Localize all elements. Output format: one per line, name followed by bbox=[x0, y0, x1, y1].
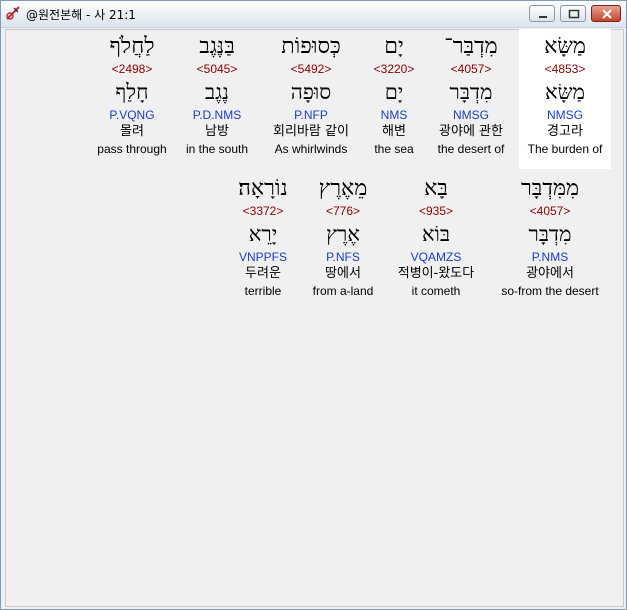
morphology-code: P.NMS bbox=[531, 250, 569, 264]
morphology-code: VNPPFS bbox=[238, 250, 287, 264]
maximize-button[interactable] bbox=[560, 5, 586, 22]
strong-number[interactable]: <776> bbox=[305, 203, 381, 219]
hebrew-lemma: מַשָּׂא bbox=[545, 80, 585, 104]
hebrew-text: יָם bbox=[384, 34, 404, 59]
korean-gloss: 남방 bbox=[205, 124, 229, 139]
morphology-code: NMSG bbox=[453, 108, 489, 122]
strong-number[interactable]: <4057> bbox=[426, 61, 516, 77]
app-icon bbox=[5, 5, 21, 21]
minimize-icon bbox=[539, 16, 547, 18]
strong-number[interactable]: <5045> bbox=[178, 61, 256, 77]
hebrew-lemma: סוּפָה bbox=[290, 80, 332, 104]
korean-gloss: 광야에 관한 bbox=[439, 124, 503, 139]
word-0-0[interactable]: מַשָּׂא <4853> מַשָּׂא NMSG 경고라 The burd… bbox=[519, 33, 611, 157]
hebrew-text: נוֹרָאָה׃ bbox=[238, 176, 288, 201]
morphology-code: NMS bbox=[380, 108, 408, 122]
hebrew-text: מִמִּדְבָּר bbox=[520, 176, 580, 201]
title-bar[interactable]: @원전본해 - 사 21:1 bbox=[1, 1, 626, 28]
korean-gloss: 회리바람 같이 bbox=[273, 124, 349, 139]
hebrew-lemma: מִדְבָּר bbox=[449, 80, 493, 104]
english-gloss: terrible bbox=[244, 284, 282, 298]
english-gloss: As whirlwinds bbox=[274, 142, 348, 156]
hebrew-lemma: בּוֹא bbox=[421, 222, 451, 246]
close-button[interactable] bbox=[591, 5, 621, 22]
english-gloss: the sea bbox=[374, 142, 414, 156]
hebrew-text: בַּנֶּגֶב bbox=[199, 34, 235, 59]
strong-number[interactable]: <3372> bbox=[227, 203, 299, 219]
hebrew-text: מִדְבַּר־ bbox=[444, 34, 498, 59]
korean-gloss: 경고라 bbox=[547, 124, 583, 139]
word-0-3[interactable]: כְּסוּפוֹת <5492> סוּפָה P.NFP 회리바람 같이 A… bbox=[259, 33, 363, 157]
maximize-icon bbox=[568, 9, 580, 19]
korean-gloss: 땅에서 bbox=[325, 266, 361, 281]
strong-number[interactable]: <2498> bbox=[89, 61, 175, 77]
hebrew-lemma: יָרֵא bbox=[248, 222, 278, 246]
hebrew-lemma: יָם bbox=[384, 80, 404, 104]
morphology-code: NMSG bbox=[547, 108, 583, 122]
morphology-code: P.NFS bbox=[326, 250, 360, 264]
app-window: @원전본해 - 사 21:1 מַשָּׂא <4853> מַשָּׂא NM… bbox=[0, 0, 627, 610]
word-1-3[interactable]: נוֹרָאָה׃ <3372> יָרֵא VNPPFS 두려운 terrib… bbox=[227, 175, 299, 299]
word-0-2[interactable]: יָם <3220> יָם NMS 해변 the sea bbox=[365, 33, 423, 157]
korean-gloss: 적병이-왔도다 bbox=[397, 266, 475, 281]
morphology-code: VQAMZS bbox=[410, 250, 462, 264]
english-gloss: the desert of bbox=[437, 142, 505, 156]
close-icon bbox=[602, 9, 612, 19]
english-gloss: The burden of bbox=[527, 142, 603, 156]
english-gloss: in the south bbox=[185, 142, 249, 156]
morphology-code: P.D.NMS bbox=[192, 108, 242, 122]
strong-number[interactable]: <4853> bbox=[519, 61, 611, 77]
hebrew-text: לַחֲלֹף bbox=[109, 34, 155, 59]
hebrew-text: מַשָּׂא bbox=[544, 34, 586, 59]
hebrew-text: בָּא bbox=[424, 176, 448, 201]
word-1-1[interactable]: בָּא <935> בּוֹא VQAMZS 적병이-왔도다 it comet… bbox=[385, 175, 487, 299]
word-1-2[interactable]: מֵאֶרֶץ <776> אֶרֶץ P.NFS 땅에서 from a-lan… bbox=[305, 175, 381, 299]
strong-number[interactable]: <3220> bbox=[365, 61, 423, 77]
korean-gloss: 해변 bbox=[382, 124, 406, 139]
strong-number[interactable]: <5492> bbox=[259, 61, 363, 77]
hebrew-lemma: מִדְבָּר bbox=[528, 222, 572, 246]
english-gloss: so-from the desert bbox=[501, 284, 599, 298]
hebrew-lemma: אֶרֶץ bbox=[326, 222, 360, 246]
korean-gloss: 몰려 bbox=[120, 124, 144, 139]
morphology-code: P.VQNG bbox=[109, 108, 155, 122]
strong-number[interactable]: <4057> bbox=[495, 203, 605, 219]
hebrew-text: כְּסוּפוֹת bbox=[281, 34, 341, 59]
word-0-1[interactable]: מִדְבַּר־ <4057> מִדְבָּר NMSG 광야에 관한 th… bbox=[426, 33, 516, 157]
minimize-button[interactable] bbox=[529, 5, 555, 22]
window-title: @원전본해 - 사 21:1 bbox=[26, 8, 136, 22]
english-gloss: it cometh bbox=[411, 284, 461, 298]
hebrew-text: מֵאֶרֶץ bbox=[318, 176, 368, 201]
english-gloss: pass through bbox=[97, 142, 167, 156]
strong-number[interactable]: <935> bbox=[385, 203, 487, 219]
hebrew-lemma: חָלַף bbox=[115, 80, 149, 104]
korean-gloss: 두려운 bbox=[245, 266, 281, 281]
word-1-0[interactable]: מִמִּדְבָּר <4057> מִדְבָּר P.NMS 광야에서 s… bbox=[495, 175, 605, 299]
morphology-code: P.NFP bbox=[294, 108, 328, 122]
korean-gloss: 광야에서 bbox=[526, 266, 574, 281]
word-0-4[interactable]: בַּנֶּגֶב <5045> נֶגֶב P.D.NMS 남방 in the… bbox=[178, 33, 256, 157]
word-0-5[interactable]: לַחֲלֹף <2498> חָלַף P.VQNG 몰려 pass thro… bbox=[89, 33, 175, 157]
hebrew-lemma: נֶגֶב bbox=[205, 80, 229, 104]
english-gloss: from a-land bbox=[312, 284, 374, 298]
